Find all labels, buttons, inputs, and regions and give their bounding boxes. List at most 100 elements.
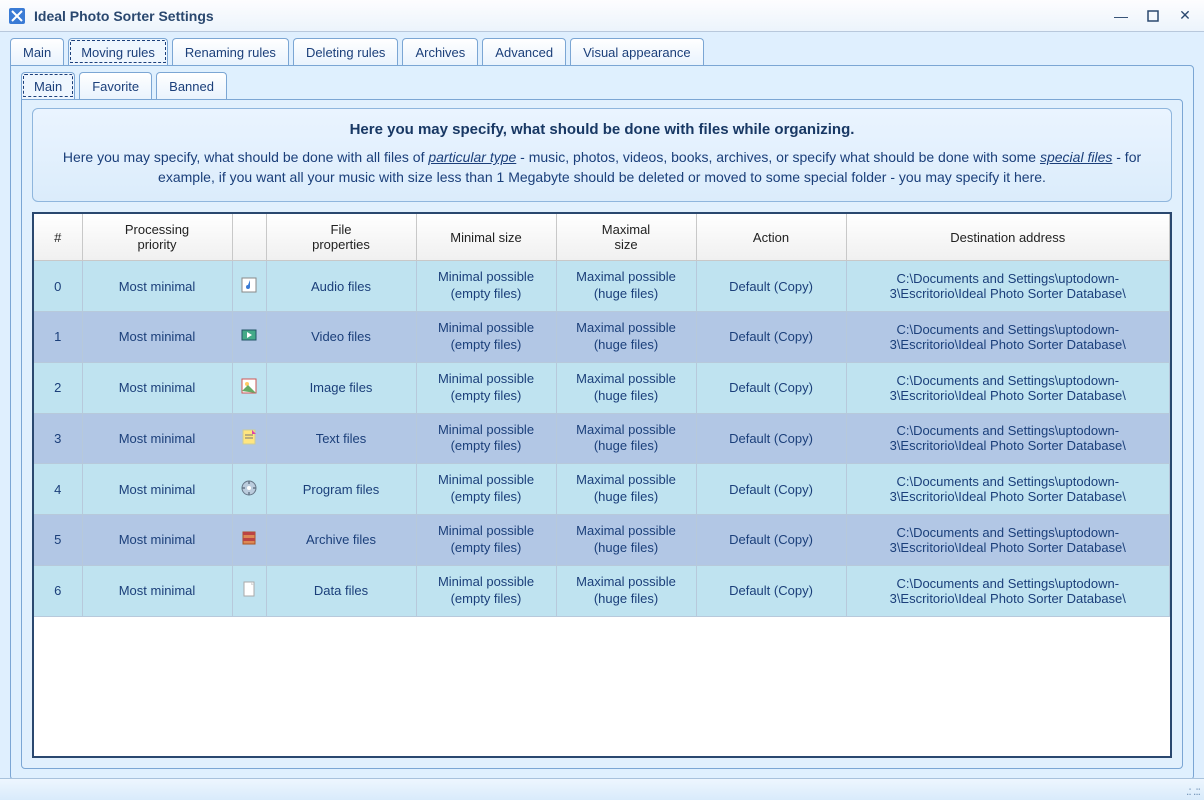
destination-address: C:\Documents and Settings\uptodown-3\Esc…: [846, 515, 1170, 566]
outer-tab-renaming-rules[interactable]: Renaming rules: [172, 38, 289, 65]
minimal-size: Minimal possible(empty files): [416, 261, 556, 311]
file-type-icon: [232, 413, 266, 464]
emphasis-special-files: special files: [1040, 149, 1112, 165]
maximize-button[interactable]: [1142, 7, 1164, 25]
minimal-size: Minimal possible(empty files): [416, 362, 556, 413]
destination-address: C:\Documents and Settings\uptodown-3\Esc…: [846, 464, 1170, 515]
column-header[interactable]: Minimal size: [416, 214, 556, 261]
file-type-icon: [232, 464, 266, 515]
file-properties: Video files: [266, 311, 416, 362]
action: Default (Copy): [696, 413, 846, 464]
processing-priority: Most minimal: [82, 515, 232, 566]
outer-tab-deleting-rules[interactable]: Deleting rules: [293, 38, 399, 65]
column-header[interactable]: Destination address: [846, 214, 1170, 261]
resize-grip-icon[interactable]: .: .::: [1186, 784, 1200, 798]
status-bar: .: .::: [0, 778, 1204, 800]
processing-priority: Most minimal: [82, 362, 232, 413]
column-header[interactable]: Maximalsize: [556, 214, 696, 261]
window-title: Ideal Photo Sorter Settings: [34, 8, 214, 24]
processing-priority: Most minimal: [82, 565, 232, 616]
maximal-size: Maximal possible(huge files): [556, 261, 696, 311]
minimal-size: Minimal possible(empty files): [416, 515, 556, 566]
table-row[interactable]: 1Most minimal Video filesMinimal possible…: [34, 311, 1170, 362]
outer-tab-main[interactable]: Main: [10, 38, 64, 65]
rules-table-scroll[interactable]: 0Most minimalAudio filesMinimal possible…: [34, 261, 1170, 755]
outer-tab-moving-rules[interactable]: Moving rules: [68, 38, 168, 65]
column-header[interactable]: Fileproperties: [266, 214, 416, 261]
maximal-size: Maximal possible(huge files): [556, 565, 696, 616]
table-row[interactable]: 6Most minimal Data filesMinimal possible(…: [34, 565, 1170, 616]
outer-tab-panel: MainFavoriteBanned Here you may specify,…: [10, 65, 1194, 780]
file-properties: Data files: [266, 565, 416, 616]
titlebar: Ideal Photo Sorter Settings — ✕: [0, 0, 1204, 32]
row-index: 2: [34, 362, 82, 413]
emphasis-particular-type: particular type: [428, 149, 516, 165]
file-type-icon: [232, 565, 266, 616]
inner-tab-strip: MainFavoriteBanned: [11, 72, 1193, 99]
outer-tab-advanced[interactable]: Advanced: [482, 38, 566, 65]
inner-tab-panel: Here you may specify, what should be don…: [21, 99, 1183, 769]
file-properties: Text files: [266, 413, 416, 464]
destination-address: C:\Documents and Settings\uptodown-3\Esc…: [846, 311, 1170, 362]
info-text: Here you may specify, what should be don…: [63, 149, 428, 165]
destination-address: C:\Documents and Settings\uptodown-3\Esc…: [846, 565, 1170, 616]
minimize-button[interactable]: —: [1110, 7, 1132, 25]
maximal-size: Maximal possible(huge files): [556, 515, 696, 566]
action: Default (Copy): [696, 515, 846, 566]
column-header[interactable]: Action: [696, 214, 846, 261]
processing-priority: Most minimal: [82, 464, 232, 515]
maximal-size: Maximal possible(huge files): [556, 311, 696, 362]
app-icon: [8, 7, 26, 25]
row-index: 5: [34, 515, 82, 566]
file-type-icon: [232, 362, 266, 413]
action: Default (Copy): [696, 261, 846, 311]
processing-priority: Most minimal: [82, 311, 232, 362]
column-header[interactable]: [232, 214, 266, 261]
column-header[interactable]: #: [34, 214, 82, 261]
file-type-icon: [232, 515, 266, 566]
maximal-size: Maximal possible(huge files): [556, 464, 696, 515]
minimal-size: Minimal possible(empty files): [416, 413, 556, 464]
table-row[interactable]: 2Most minimalImage filesMinimal possible…: [34, 362, 1170, 413]
maximal-size: Maximal possible(huge files): [556, 413, 696, 464]
info-panel: Here you may specify, what should be don…: [32, 108, 1172, 202]
row-index: 6: [34, 565, 82, 616]
table-row[interactable]: 5Most minimalArchive filesMinimal possib…: [34, 515, 1170, 566]
table-row[interactable]: 0Most minimal Audio filesMinimal possible…: [34, 261, 1170, 311]
minimal-size: Minimal possible(empty files): [416, 464, 556, 515]
destination-address: C:\Documents and Settings\uptodown-3\Esc…: [846, 362, 1170, 413]
file-properties: Audio files: [266, 261, 416, 311]
action: Default (Copy): [696, 565, 846, 616]
table-row[interactable]: 3Most minimal Text filesMinimal possible(…: [34, 413, 1170, 464]
row-index: 1: [34, 311, 82, 362]
outer-tab-visual-appearance[interactable]: Visual appearance: [570, 38, 703, 65]
table-row[interactable]: 4Most minimalProgram filesMinimal possib…: [34, 464, 1170, 515]
processing-priority: Most minimal: [82, 413, 232, 464]
info-heading: Here you may specify, what should be don…: [51, 121, 1153, 138]
file-type-icon: [232, 261, 266, 311]
minimal-size: Minimal possible(empty files): [416, 565, 556, 616]
destination-address: C:\Documents and Settings\uptodown-3\Esc…: [846, 261, 1170, 311]
file-type-icon: [232, 311, 266, 362]
action: Default (Copy): [696, 362, 846, 413]
close-button[interactable]: ✕: [1174, 7, 1196, 25]
processing-priority: Most minimal: [82, 261, 232, 311]
window-controls: — ✕: [1110, 7, 1196, 25]
inner-tab-banned[interactable]: Banned: [156, 72, 227, 99]
maximal-size: Maximal possible(huge files): [556, 362, 696, 413]
info-description: Here you may specify, what should be don…: [51, 148, 1153, 187]
rules-table-header: #Processingpriority FilepropertiesMinimal…: [34, 214, 1170, 261]
outer-tab-archives[interactable]: Archives: [402, 38, 478, 65]
destination-address: C:\Documents and Settings\uptodown-3\Esc…: [846, 413, 1170, 464]
minimal-size: Minimal possible(empty files): [416, 311, 556, 362]
row-index: 3: [34, 413, 82, 464]
info-text: - music, photos, videos, books, archives…: [516, 149, 1040, 165]
rules-table-container: #ProcessingpriorityFilepropertiesMinimal…: [32, 212, 1172, 758]
inner-tab-main[interactable]: Main: [21, 72, 75, 99]
row-index: 0: [34, 261, 82, 311]
column-header[interactable]: Processingpriority: [82, 214, 232, 261]
action: Default (Copy): [696, 464, 846, 515]
outer-tab-strip: MainMoving rulesRenaming rulesDeleting r…: [0, 32, 1204, 65]
row-index: 4: [34, 464, 82, 515]
inner-tab-favorite[interactable]: Favorite: [79, 72, 152, 99]
